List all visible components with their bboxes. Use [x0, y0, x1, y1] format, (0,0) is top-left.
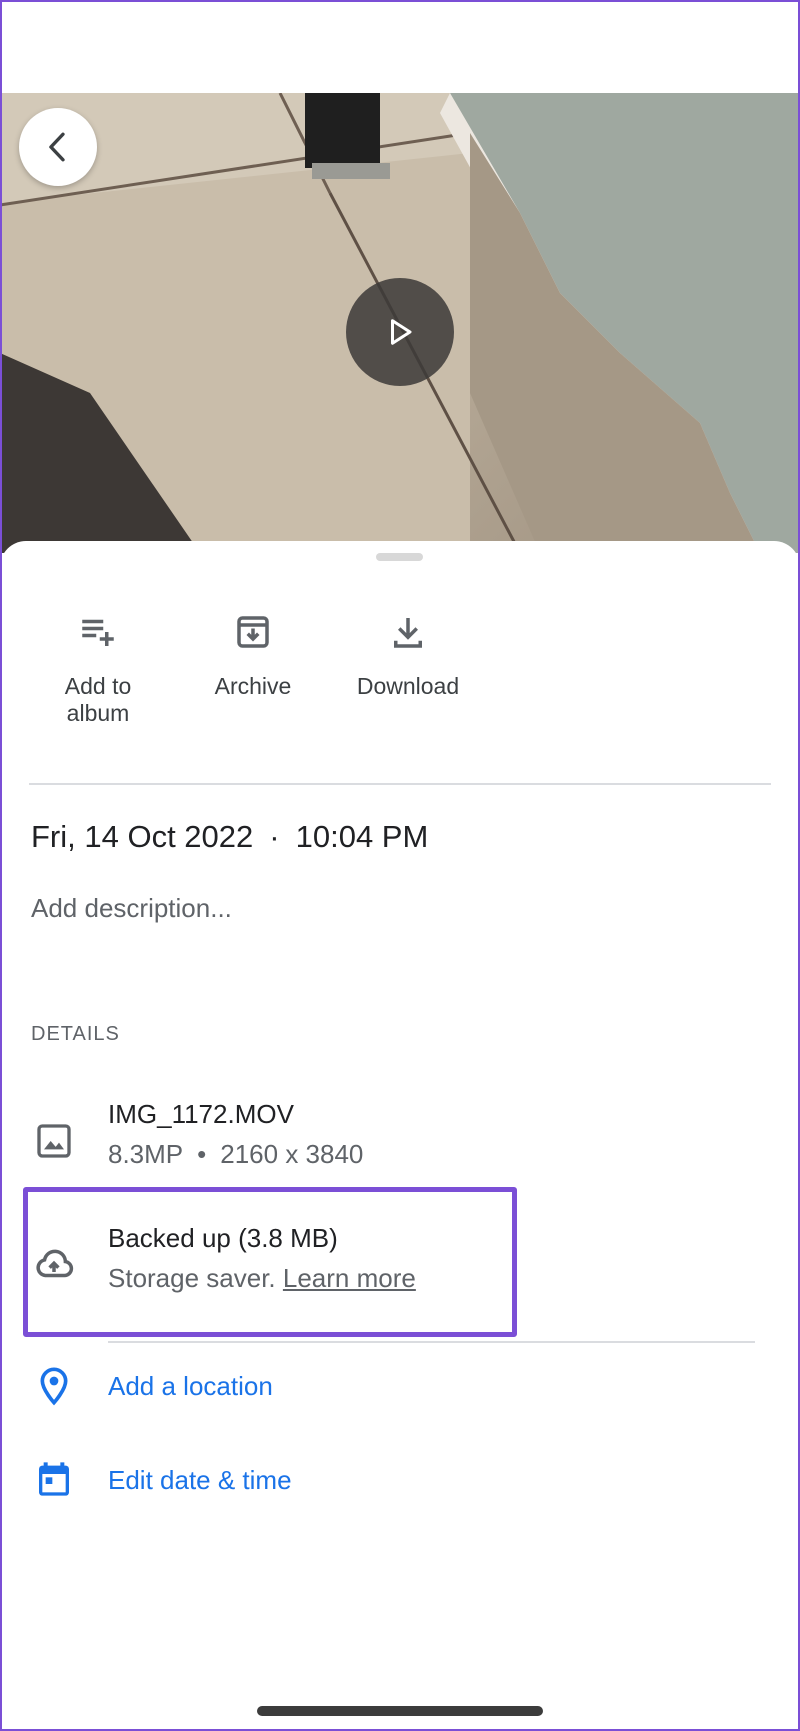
download-icon: [394, 618, 422, 648]
add-to-album-button[interactable]: Add to album: [23, 609, 173, 727]
description-input[interactable]: Add description...: [31, 893, 232, 924]
file-name: IMG_1172.MOV: [108, 1099, 294, 1129]
calendar-icon: [32, 1457, 76, 1501]
playlist-add-icon: [82, 619, 114, 646]
archive-button[interactable]: Archive: [178, 609, 328, 700]
time-text: 10:04 PM: [295, 819, 429, 854]
edit-date-label: Edit date & time: [108, 1465, 292, 1495]
file-info-row: IMG_1172.MOV 8.3MP • 2160 x 3840: [0, 1099, 800, 1179]
chevron-left-icon: [49, 132, 65, 162]
date-time: Fri, 14 Oct 2022 · 10:04 PM: [31, 819, 428, 855]
divider: [29, 783, 771, 785]
add-location-label: Add a location: [108, 1371, 273, 1401]
date-text: Fri, 14 Oct 2022: [31, 819, 254, 854]
add-to-album-label: Add to album: [64, 673, 132, 726]
action-bar: Add to album Archive Download: [0, 609, 800, 726]
location-pin-icon: [32, 1364, 76, 1408]
download-button[interactable]: Download: [333, 609, 483, 700]
file-meta-separator: •: [197, 1139, 207, 1169]
file-meta: 8.3MP • 2160 x 3840: [108, 1139, 363, 1170]
download-label: Download: [356, 673, 460, 699]
archive-icon: [237, 616, 269, 648]
play-button[interactable]: [346, 278, 454, 386]
details-sheet: Add to album Archive Download Fri, 14 Oc…: [0, 541, 800, 1731]
divider: [108, 1341, 755, 1343]
archive-label: Archive: [214, 673, 292, 699]
home-indicator[interactable]: [257, 1706, 543, 1716]
status-bar: [0, 0, 800, 93]
add-location-row[interactable]: Add a location: [0, 1359, 800, 1413]
highlight-box: [23, 1187, 517, 1337]
details-section-label: DETAILS: [31, 1023, 120, 1045]
sheet-drag-handle[interactable]: [376, 553, 423, 561]
back-button[interactable]: [19, 108, 97, 186]
image-icon: [32, 1119, 76, 1163]
file-resolution: 2160 x 3840: [220, 1139, 364, 1169]
edit-date-row[interactable]: Edit date & time: [0, 1453, 800, 1507]
file-megapixels: 8.3MP: [108, 1139, 184, 1169]
play-icon: [391, 319, 412, 345]
date-separator: ·: [269, 819, 280, 854]
